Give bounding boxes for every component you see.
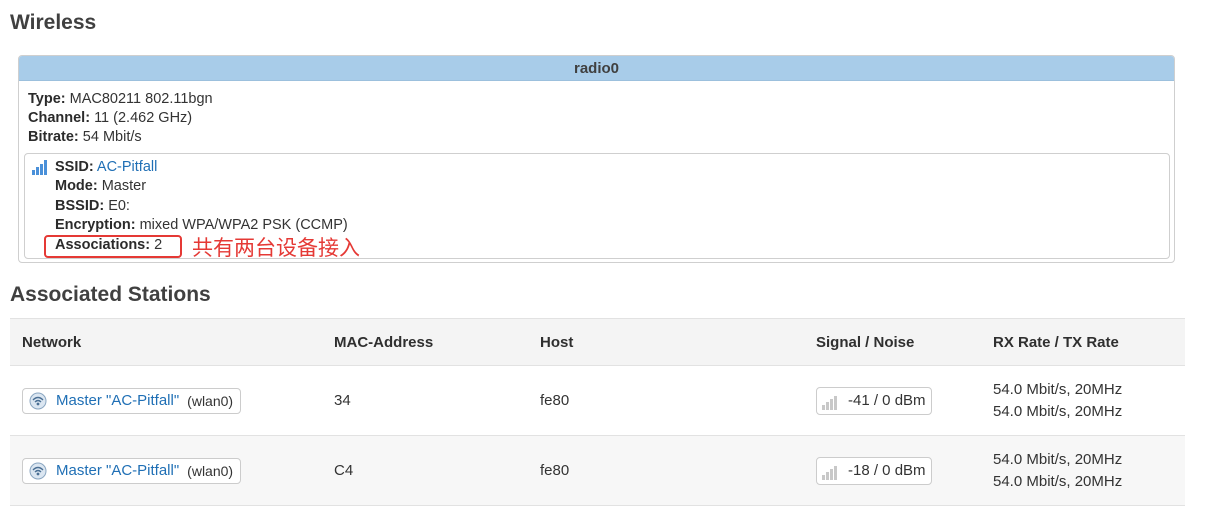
col-mac: MAC-Address <box>322 318 528 366</box>
type-label: Type: <box>28 91 66 107</box>
radio-channel: Channel: 11 (2.462 GHz) <box>28 110 192 126</box>
stations-title: Associated Stations <box>10 283 211 306</box>
signal-badge: -41 / 0 dBm <box>816 386 932 415</box>
wifi-icon <box>29 462 47 479</box>
network-cell: Master "AC-Pitfall" (wlan0) <box>10 365 322 436</box>
col-signal: Signal / Noise <box>804 318 981 366</box>
wifi-icon <box>29 392 47 409</box>
rate-cell: 54.0 Mbit/s, 20MHz 54.0 Mbit/s, 20MHz <box>981 365 1185 436</box>
associations-label: Associations: <box>55 237 151 253</box>
signal-bars-icon <box>32 160 47 175</box>
radio-type: Type: MAC80211 802.11bgn <box>28 91 213 107</box>
bitrate-label: Bitrate: <box>28 129 79 145</box>
mode-value: Master <box>101 178 147 194</box>
signal-cell: -41 / 0 dBm <box>804 365 981 436</box>
associations-row: Associations: 2 <box>55 237 162 253</box>
signal-value: -18 / 0 dBm <box>848 462 926 479</box>
interface-name: (wlan0) <box>187 392 234 409</box>
wireless-title: Wireless <box>10 11 97 34</box>
signal-value: -41 / 0 dBm <box>848 392 926 409</box>
tx-rate: 54.0 Mbit/s, 20MHz <box>993 402 1123 420</box>
signal-badge: -18 / 0 dBm <box>816 456 932 485</box>
host-cell: fe80 <box>528 435 804 506</box>
mode-row: Mode: Master <box>55 178 146 194</box>
associations-value: 2 <box>154 237 163 253</box>
mode-label: Mode: <box>55 178 98 194</box>
rate-cell: 54.0 Mbit/s, 20MHz 54.0 Mbit/s, 20MHz <box>981 435 1185 506</box>
network-cell: Master "AC-Pitfall" (wlan0) <box>10 435 322 506</box>
ssid-link[interactable]: AC-Pitfall <box>97 159 157 175</box>
host-cell: fe80 <box>528 365 804 436</box>
encryption-label: Encryption: <box>55 217 136 233</box>
encryption-row: Encryption: mixed WPA/WPA2 PSK (CCMP) <box>55 217 348 233</box>
mac-cell: C4 <box>322 435 528 506</box>
ssid-label: SSID: <box>55 159 94 175</box>
channel-label: Channel: <box>28 110 91 126</box>
annotation-text: 共有两台设备接入 <box>192 236 360 260</box>
table-header-row: Network MAC-Address Host Signal / Noise … <box>10 318 1185 366</box>
network-badge[interactable]: Master "AC-Pitfall" (wlan0) <box>22 387 242 414</box>
mac-cell: 34 <box>322 365 528 436</box>
table-row: Master "AC-Pitfall" (wlan0) 34 fe80 -41 … <box>10 365 1185 436</box>
rx-rate: 54.0 Mbit/s, 20MHz <box>993 450 1123 468</box>
channel-value: 11 (2.462 GHz) <box>94 110 193 126</box>
network-badge[interactable]: Master "AC-Pitfall" (wlan0) <box>22 457 242 484</box>
signal-strength-icon <box>822 395 837 410</box>
encryption-value: mixed WPA/WPA2 PSK (CCMP) <box>139 217 348 233</box>
tx-rate: 54.0 Mbit/s, 20MHz <box>993 472 1123 490</box>
bssid-row: BSSID: E0: <box>55 198 130 214</box>
signal-cell: -18 / 0 dBm <box>804 435 981 506</box>
ssid-row: SSID: AC-Pitfall <box>55 159 157 175</box>
bitrate-value: 54 Mbit/s <box>82 129 142 145</box>
type-value: MAC80211 802.11bgn <box>69 91 213 107</box>
radio-panel: radio0 Type: MAC80211 802.11bgn Channel:… <box>18 55 1175 263</box>
table-row: Master "AC-Pitfall" (wlan0) C4 fe80 -18 … <box>10 435 1185 506</box>
network-link[interactable]: Master "AC-Pitfall" <box>56 392 179 409</box>
radio-header: radio0 <box>19 56 1174 81</box>
network-link[interactable]: Master "AC-Pitfall" <box>56 462 179 479</box>
rx-rate: 54.0 Mbit/s, 20MHz <box>993 380 1123 398</box>
network-box: SSID: AC-Pitfall Mode: Master BSSID: E0:… <box>24 153 1170 260</box>
bssid-value: E0: <box>108 198 130 214</box>
stations-table: Network MAC-Address Host Signal / Noise … <box>10 318 1185 506</box>
col-network: Network <box>10 318 322 366</box>
col-host: Host <box>528 318 804 366</box>
bssid-label: BSSID: <box>55 198 105 214</box>
radio-bitrate: Bitrate: 54 Mbit/s <box>28 129 142 145</box>
signal-strength-icon <box>822 465 837 480</box>
interface-name: (wlan0) <box>187 462 234 479</box>
col-rate: RX Rate / TX Rate <box>981 318 1185 366</box>
